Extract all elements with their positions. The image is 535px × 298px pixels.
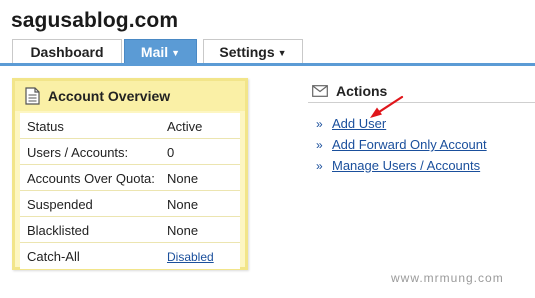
overview-row-suspended: Suspended None xyxy=(20,191,240,217)
account-overview-title: Account Overview xyxy=(48,88,171,104)
actions-divider xyxy=(308,102,535,103)
overview-value: None xyxy=(167,197,199,212)
bullet-icon: » xyxy=(316,159,323,173)
tab-mail[interactable]: Mail ▼ xyxy=(124,39,197,63)
tab-dashboard[interactable]: Dashboard xyxy=(12,39,122,63)
catch-all-disabled-link[interactable]: Disabled xyxy=(167,250,214,264)
bullet-icon: » xyxy=(316,117,323,131)
overview-label: Status xyxy=(27,119,64,134)
document-icon xyxy=(25,87,40,110)
chevron-down-icon: ▼ xyxy=(277,48,287,58)
account-overview-header: Account Overview xyxy=(15,81,245,111)
add-forward-only-account-link[interactable]: Add Forward Only Account xyxy=(332,137,487,152)
overview-value: 0 xyxy=(167,145,175,160)
chevron-down-icon: ▼ xyxy=(171,48,181,58)
watermark-text: www.mrmung.com xyxy=(391,271,504,285)
overview-label: Blacklisted xyxy=(27,223,90,238)
overview-row-over-quota: Accounts Over Quota: None xyxy=(20,165,240,191)
overview-row-users: Users / Accounts: 0 xyxy=(20,139,240,165)
bullet-icon: » xyxy=(316,138,323,152)
overview-label: Accounts Over Quota: xyxy=(27,171,155,186)
overview-label: Users / Accounts: xyxy=(27,145,129,160)
overview-row-catch-all: Catch-All Disabled xyxy=(20,243,240,269)
site-title: sagusablog.com xyxy=(11,9,179,32)
tab-mail-label: Mail xyxy=(140,44,169,60)
envelope-icon xyxy=(312,84,328,102)
tab-settings[interactable]: Settings ▼ xyxy=(203,39,303,63)
red-arrow-icon xyxy=(360,94,406,129)
overview-value: None xyxy=(167,223,199,238)
overview-row-blacklisted: Blacklisted None xyxy=(20,217,240,243)
overview-row-status: Status Active xyxy=(20,113,240,139)
overview-value: Active xyxy=(167,119,203,134)
account-overview-panel: Account Overview Status Active Users / A… xyxy=(12,78,248,270)
tab-settings-label: Settings xyxy=(219,44,275,60)
overview-label: Suspended xyxy=(27,197,93,212)
manage-users-accounts-link[interactable]: Manage Users / Accounts xyxy=(332,158,480,173)
overview-value: None xyxy=(167,171,199,186)
tab-dashboard-label: Dashboard xyxy=(30,44,104,60)
overview-label: Catch-All xyxy=(27,249,80,264)
